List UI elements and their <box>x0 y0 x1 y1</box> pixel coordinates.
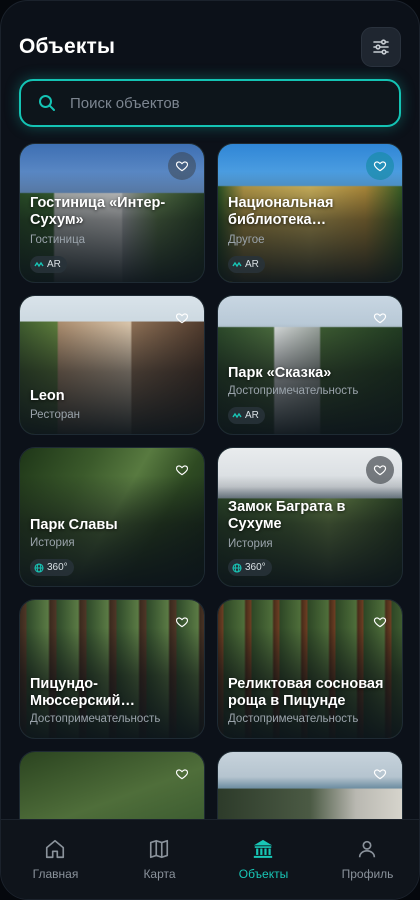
favorite-button[interactable] <box>366 456 394 484</box>
card-title: Парк «Сказка» <box>228 365 332 381</box>
object-card[interactable]: Leon Ресторан <box>19 295 205 435</box>
card-title: Реликтовая сосновая роща в Пицунде <box>228 676 384 709</box>
360-badge: 360° <box>228 559 272 576</box>
object-card[interactable]: Гостиница «Интер-Сухум» Гостиница AR <box>19 143 205 283</box>
heart-icon <box>373 313 387 324</box>
ar-icon <box>232 261 242 267</box>
card-title: Пицундо-Мюссерский… <box>30 676 135 709</box>
favorite-button[interactable] <box>168 760 196 788</box>
favorite-button[interactable] <box>366 760 394 788</box>
favorite-button[interactable] <box>168 608 196 636</box>
heart-icon <box>175 465 189 476</box>
nav-item-objects[interactable]: Объекты <box>211 820 316 899</box>
nav-label: Объекты <box>238 867 289 881</box>
card-category: Ресторан <box>30 409 80 421</box>
search-icon <box>39 95 55 111</box>
card-category: Гостиница <box>30 234 86 246</box>
nav-item-profile[interactable]: Профиль <box>315 820 419 899</box>
heart-icon <box>175 617 189 628</box>
object-card[interactable]: Замок Баграта в Сухуме История 360° <box>217 447 403 587</box>
nav-item-home[interactable]: Главная <box>3 820 108 899</box>
favorite-button[interactable] <box>168 304 196 332</box>
ar-badge: AR <box>228 256 265 273</box>
header: Объекты <box>19 27 401 67</box>
favorite-button[interactable] <box>366 304 394 332</box>
nav-label: Профиль <box>341 867 394 881</box>
card-category: История <box>30 537 75 549</box>
object-card[interactable]: Парк Славы История 360° <box>19 447 205 587</box>
museum-icon <box>253 839 273 858</box>
object-card[interactable]: Национальная библиотека… Другое AR <box>217 143 403 283</box>
card-category: Другое <box>228 234 265 246</box>
heart-icon <box>175 313 189 324</box>
favorite-button[interactable] <box>168 456 196 484</box>
card-title: Гостиница «Интер-Сухум» <box>30 195 166 228</box>
globe-icon <box>232 562 242 573</box>
bottom-navigation: Главная Карта Объекты Профиль <box>1 819 419 899</box>
map-icon <box>149 839 169 859</box>
page-title: Объекты <box>19 35 116 58</box>
360-badge: 360° <box>30 559 74 576</box>
heart-icon <box>373 465 387 476</box>
sliders-icon <box>373 39 389 55</box>
objects-grid[interactable]: Гостиница «Интер-Сухум» Гостиница AR Нац… <box>19 143 403 819</box>
object-card[interactable]: Пицундо-Мюссерский… Достопримечательност… <box>19 599 205 739</box>
nav-label: Главная <box>32 867 79 881</box>
card-title: Национальная библиотека… <box>228 195 334 228</box>
card-category: Достопримечательность <box>30 713 161 725</box>
home-icon <box>45 839 65 859</box>
heart-icon <box>373 769 387 780</box>
card-category: История <box>228 538 273 550</box>
favorite-button[interactable] <box>366 608 394 636</box>
object-card[interactable]: Парк «Сказка» Достопримечательность AR <box>217 295 403 435</box>
filter-button[interactable] <box>361 27 401 67</box>
heart-icon <box>373 161 387 172</box>
object-card[interactable] <box>217 751 403 819</box>
ar-badge: AR <box>228 407 265 424</box>
heart-icon <box>175 769 189 780</box>
search-input[interactable] <box>70 94 370 112</box>
favorite-button[interactable] <box>366 152 394 180</box>
object-card[interactable] <box>19 751 205 819</box>
card-category: Достопримечательность <box>228 713 359 725</box>
nav-item-map[interactable]: Карта <box>107 820 212 899</box>
ar-badge: AR <box>30 256 67 273</box>
heart-icon <box>175 161 189 172</box>
user-icon <box>358 840 376 858</box>
card-title: Leon <box>30 388 65 404</box>
nav-label: Карта <box>143 867 176 881</box>
ar-icon <box>34 261 44 267</box>
card-category: Достопримечательность <box>228 385 359 397</box>
card-title: Парк Славы <box>30 517 118 533</box>
heart-icon <box>373 617 387 628</box>
app-screen: Объекты Гостиница «Ин <box>0 0 420 900</box>
object-card[interactable]: Реликтовая сосновая роща в Пицунде Досто… <box>217 599 403 739</box>
search-bar[interactable] <box>19 79 401 127</box>
globe-icon <box>34 562 44 573</box>
ar-icon <box>232 412 242 418</box>
card-title: Замок Баграта в Сухуме <box>228 499 346 532</box>
favorite-button[interactable] <box>168 152 196 180</box>
